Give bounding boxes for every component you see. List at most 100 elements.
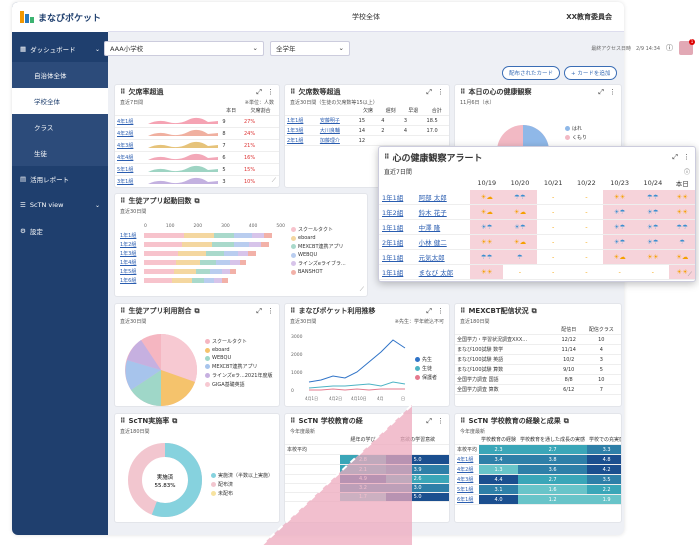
table-row[interactable]: 4.9 2.6 — [285, 474, 449, 484]
class-link[interactable]: 5年1組 — [115, 163, 147, 176]
weather-cell: - — [536, 190, 570, 205]
bar-row[interactable]: 1年5組 — [120, 267, 285, 276]
table-row[interactable]: 3年以上... 2.1 3.9 — [285, 464, 449, 475]
table-row[interactable]: 4年3組 4.4 2.7 3.5 — [455, 474, 621, 485]
table-row[interactable]: 1年1組 安藤明子 15 4 3 18.5 — [285, 115, 449, 126]
external-link-icon[interactable]: ⧉ — [194, 307, 199, 316]
help-icon[interactable]: ⓘ — [684, 167, 690, 176]
resize-handle-icon[interactable]: ⟋ — [272, 177, 276, 185]
drag-handle-icon[interactable]: ⠿ — [120, 88, 125, 96]
expand-icon[interactable]: ⤢ — [672, 153, 678, 162]
table-row[interactable]: 全国学力調査 算数 6/12 7 — [455, 384, 621, 395]
table-row[interactable]: 3年1組 3 10% — [115, 175, 279, 187]
expand-icon[interactable]: ⤢ — [426, 417, 432, 426]
table-row[interactable]: 本校平均 — [285, 444, 449, 455]
expand-icon[interactable]: ⤢ — [598, 88, 604, 97]
table-row[interactable]: 4年4組 6 16% — [115, 151, 279, 164]
table-row[interactable]: 5年1組 5 15% — [115, 163, 279, 176]
table-row[interactable]: 4年2組 8 24% — [115, 127, 279, 140]
class-link[interactable]: 4年3組 — [115, 139, 147, 152]
bar-row[interactable]: 1年6組 — [120, 276, 285, 285]
external-link-icon[interactable]: ⧉ — [172, 417, 177, 426]
sidebar-item-class[interactable]: クラス — [12, 114, 108, 140]
table-row[interactable]: 全国学力調査 国語 8/8 10 — [455, 374, 621, 385]
table-row[interactable]: まなび100試験 英語 10/2 3 — [455, 354, 621, 365]
expand-icon[interactable]: ⤢ — [256, 307, 262, 316]
external-link-icon[interactable]: ⧉ — [564, 417, 569, 426]
table-row[interactable]: 1年1組 中澤 隆 ☀☂ ☀☂ - - ☀☂ ☀☂ ☂☂ — [379, 219, 695, 235]
table-row[interactable]: 4年2組 1.3 3.6 4.2 — [455, 464, 621, 475]
more-icon[interactable]: ⋮ — [267, 307, 274, 316]
table-row[interactable]: 本校平均 2.3 2.7 3.3 — [455, 444, 621, 455]
table-row[interactable]: 2年1組 小林 健二 ☀☀ ☀☁ - - ☀☂ ☀☂ ☂ — [379, 234, 695, 250]
table-row[interactable]: 6年1組 4.0 1.2 1.9 — [455, 494, 621, 505]
table-row[interactable]: 5年1組 3.1 1.6 2.2 — [455, 484, 621, 495]
resize-handle-icon[interactable]: ⟋ — [688, 271, 692, 279]
expand-icon[interactable]: ⤢ — [256, 88, 262, 97]
school-select[interactable]: AAA小学校 ⌄ — [104, 40, 264, 56]
drag-handle-icon[interactable]: ⠿ — [120, 197, 125, 205]
bar-segment — [204, 278, 214, 283]
table-row[interactable]: 3.2 3.0 — [285, 483, 449, 493]
axis-tick: 400 — [248, 224, 258, 229]
weather-cell: - — [536, 249, 570, 265]
external-link-icon[interactable]: ⧉ — [532, 307, 537, 316]
external-link-icon[interactable]: ⧉ — [194, 197, 199, 206]
more-icon[interactable]: ⋮ — [437, 88, 444, 97]
expand-icon[interactable]: ⤢ — [426, 307, 432, 316]
help-icon[interactable]: ⓘ — [666, 43, 673, 53]
more-icon[interactable]: ⋮ — [609, 88, 616, 97]
drag-handle-icon[interactable]: ⠿ — [290, 88, 295, 96]
distributed-cards-button[interactable]: 配布されたカード — [502, 66, 561, 80]
table-row[interactable]: 1年3組 大川良輔 14 2 4 17.0 — [285, 125, 449, 136]
bar-row[interactable]: 1年4組 — [120, 258, 285, 267]
drag-handle-icon[interactable]: ⠿ — [120, 417, 125, 425]
bar-segment — [261, 242, 269, 247]
drag-handle-icon[interactable]: ⠿ — [120, 307, 125, 315]
bar-row[interactable]: 1年3組 — [120, 249, 285, 258]
more-icon[interactable]: ⋮ — [437, 307, 444, 316]
sidebar-item-report[interactable]: ▤ 活用レポート — [12, 166, 108, 192]
notification-avatar[interactable]: 1 — [679, 39, 695, 55]
drag-handle-icon[interactable]: ⠿ — [460, 88, 465, 96]
app-logo[interactable]: まなびポケット — [12, 2, 108, 32]
class-link[interactable]: 3年1組 — [115, 175, 147, 187]
grade-select[interactable]: 全学年 ⌄ — [270, 40, 350, 56]
table-row[interactable]: まなび100試験 数学 11/14 4 — [455, 344, 621, 355]
table-row[interactable]: まなび100試験 算数 9/10 5 — [455, 364, 621, 375]
sidebar-item-dashboard[interactable]: ▦ ダッシュボード ⌄ — [12, 36, 108, 62]
table-row[interactable]: 4年1組 9 27% — [115, 115, 279, 128]
drag-handle-icon[interactable]: ⠿ — [460, 417, 465, 425]
sidebar-item-sctn[interactable]: ☰ ScTN view ⌄ — [12, 192, 108, 218]
more-icon[interactable]: ⋮ — [437, 417, 444, 426]
class-link[interactable]: 4年1組 — [115, 115, 147, 128]
class-link[interactable]: 4年2組 — [115, 127, 147, 140]
table-row[interactable]: 1年1組 元気太郎 ☂☂ ☂ - - ☀☁ ☀☀ ☀☁ — [379, 249, 695, 265]
class-link[interactable]: 4年4組 — [115, 151, 147, 164]
bar-row[interactable]: 1年2組 — [120, 240, 285, 249]
table-row[interactable]: 全国学力・学習状況調査XXX... 12/12 10 — [455, 334, 621, 345]
sidebar-item-student[interactable]: 生徒 — [12, 140, 108, 166]
drag-handle-icon[interactable]: ⠿ — [290, 307, 295, 315]
drag-handle-icon[interactable]: ⠿ — [384, 153, 389, 161]
table-row[interactable]: 2年1組 加藤理介 12 — [285, 135, 449, 146]
legend-swatch — [205, 347, 210, 353]
more-icon[interactable]: ⋮ — [267, 88, 274, 97]
sidebar-item-municipality[interactable]: 自治体全体 — [12, 62, 108, 88]
table-row[interactable]: 4年3組 7 21% — [115, 139, 279, 152]
table-row[interactable]: ひまわり支援 2.8 5.0 — [285, 454, 449, 465]
table-row[interactable]: 4年1組 3.4 3.8 4.8 — [455, 454, 621, 465]
drag-handle-icon[interactable]: ⠿ — [460, 307, 465, 315]
add-card-button[interactable]: + カードを追加 — [564, 66, 618, 80]
table-row[interactable]: 1年2組 鈴木 花子 ☀☁ ☀☁ - - ☀☂ ☀☂ ☀☀ — [379, 204, 695, 220]
bar-row[interactable]: 1年1組 — [120, 231, 285, 240]
drag-handle-icon[interactable]: ⠿ — [290, 417, 295, 425]
sidebar-item-settings[interactable]: ⚙ 設定 — [12, 218, 108, 244]
table-row[interactable]: 1年1組 まなび 太郎 ☀☀ - - - - - ☀☀ — [379, 264, 695, 280]
expand-icon[interactable]: ⤢ — [426, 88, 432, 97]
more-icon[interactable]: ⋮ — [683, 153, 690, 162]
resize-handle-icon[interactable]: ⟋ — [360, 286, 364, 294]
table-row[interactable]: 1.7 5.0 — [285, 492, 449, 502]
sidebar-item-school[interactable]: 学校全体 — [12, 88, 108, 114]
table-row[interactable]: 1年1組 阿部 太郎 ☀☁ ☂☂ - - ☀☀ ☂☂ ☀☀ — [379, 190, 695, 205]
